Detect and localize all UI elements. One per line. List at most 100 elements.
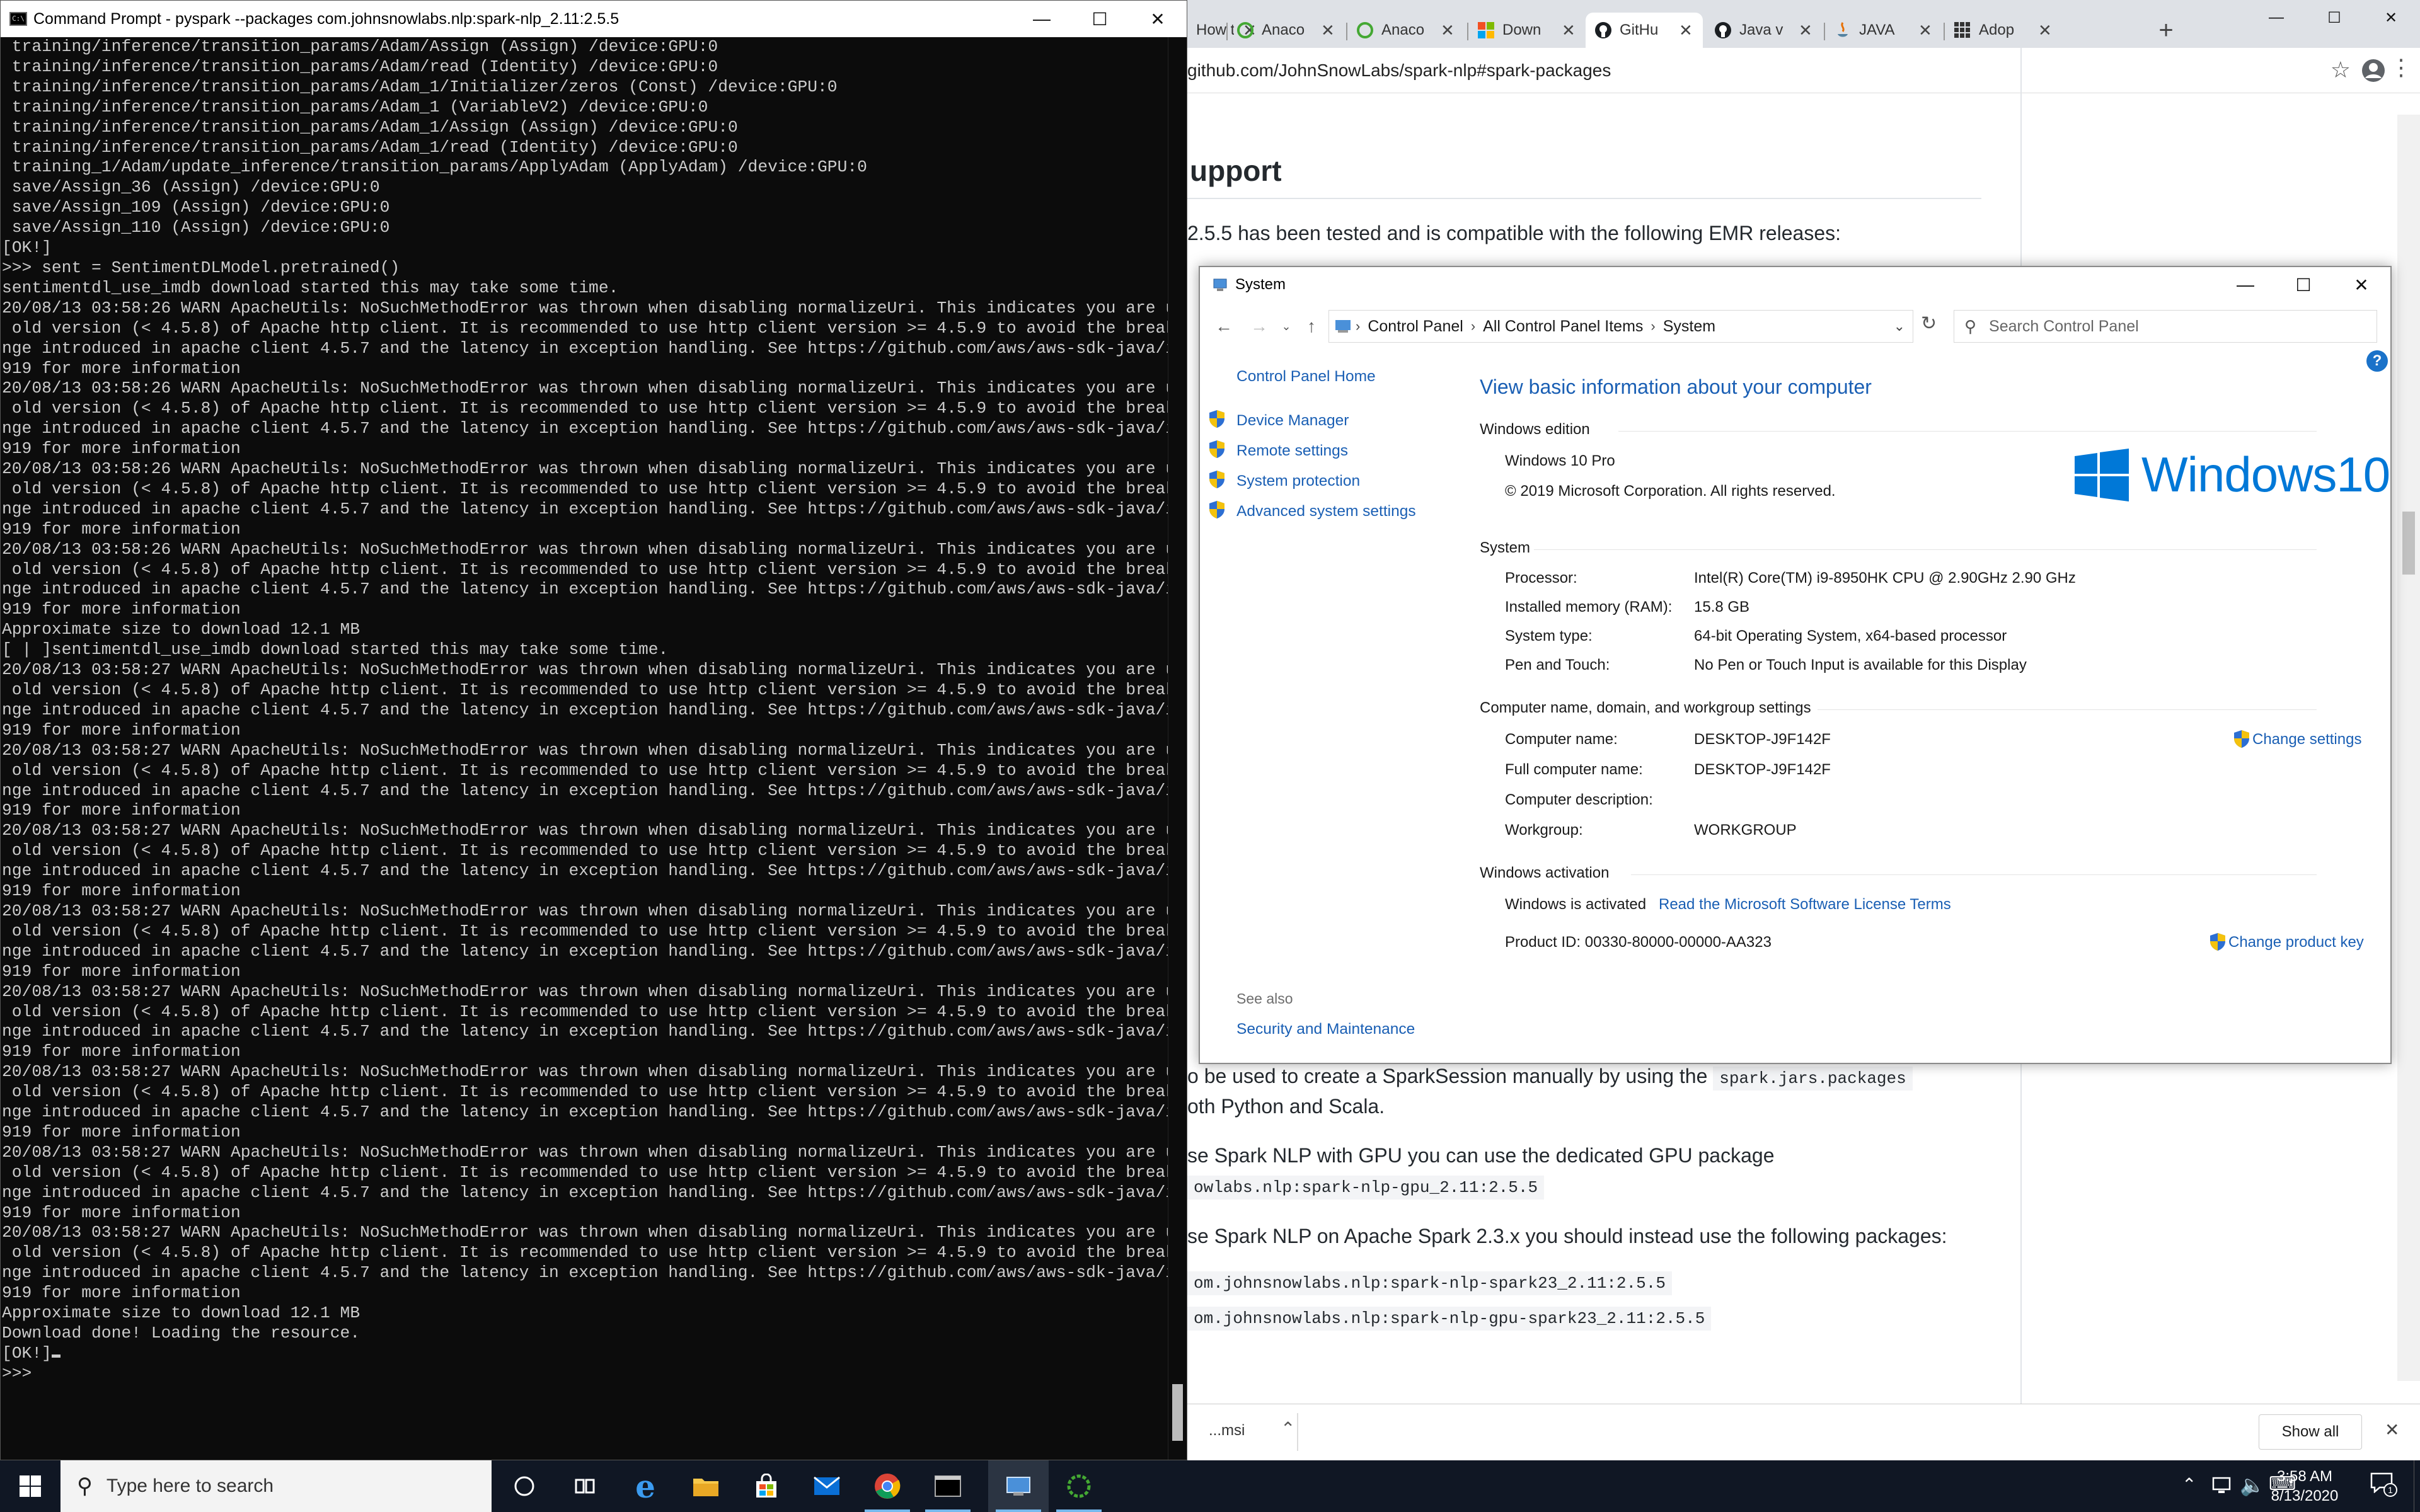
page-scrollbar-thumb[interactable] <box>2402 512 2415 575</box>
show-hidden-icons-chevron-icon[interactable]: ⌃ <box>2182 1474 2196 1495</box>
tab-close-icon[interactable]: ✕ <box>1918 21 1932 40</box>
up-arrow-icon[interactable]: ↑ <box>1296 316 1327 336</box>
console-output[interactable]: training/inference/transition_params/Ada… <box>1 37 1187 1460</box>
code-spark23-package: om.johnsnowlabs.nlp:spark-nlp-spark23_2.… <box>1187 1271 1672 1295</box>
breadcrumb-all-items[interactable]: All Control Panel Items <box>1483 318 1643 336</box>
bookmark-star-icon[interactable]: ☆ <box>2331 57 2351 83</box>
profile-icon[interactable] <box>2361 58 2386 83</box>
forward-arrow-icon[interactable]: → <box>1242 316 1277 336</box>
browser-tab[interactable]: Java v ✕ <box>1705 13 1823 48</box>
address-bar[interactable]: github.com/JohnSnowLabs/spark-nlp#spark-… <box>1187 60 1611 81</box>
tab-close-icon[interactable]: ✕ <box>1441 21 1455 40</box>
system-window[interactable]: System — ☐ ✕ ← → ⌄ ↑ › Control Panel › A… <box>1199 266 2392 1064</box>
page-scrollbar[interactable] <box>2397 115 2420 1381</box>
store-button[interactable] <box>736 1460 797 1512</box>
tab-label: Anaco <box>1262 21 1305 38</box>
browser-tab[interactable]: Anaco ✕ <box>1228 13 1345 48</box>
system-minimize-button[interactable]: — <box>2216 267 2274 302</box>
console-line: sentimentdl_use_imdb download started th… <box>2 278 619 297</box>
chrome-maximize-button[interactable]: ☐ <box>2305 0 2363 35</box>
chrome-close-button[interactable]: ✕ <box>2362 0 2420 35</box>
anaconda-taskbar-button[interactable] <box>1049 1460 1109 1512</box>
console-scrollbar[interactable] <box>1168 37 1187 1460</box>
show-desktop-button[interactable] <box>2414 1460 2420 1512</box>
cortana-button[interactable] <box>494 1460 555 1512</box>
menu-icon[interactable]: ⋮ <box>2390 54 2412 81</box>
recent-chevron-icon[interactable]: ⌄ <box>1277 320 1296 333</box>
address-dropdown-icon[interactable]: ⌄ <box>1894 318 1905 335</box>
mail-button[interactable] <box>797 1460 857 1512</box>
tab-close-icon[interactable]: ✕ <box>2038 21 2052 40</box>
console-line: training/inference/transition_params/Ada… <box>2 37 718 56</box>
start-button[interactable] <box>0 1460 60 1512</box>
advanced-system-settings-link[interactable]: Advanced system settings <box>1236 503 1416 520</box>
search-control-panel-input[interactable]: ⚲ Search Control Panel <box>1954 310 2377 343</box>
security-maintenance-link[interactable]: Security and Maintenance <box>1236 1021 1415 1038</box>
new-tab-button[interactable]: + <box>2150 16 2182 45</box>
command-prompt-window[interactable]: C:\ Command Prompt - pyspark --packages … <box>0 0 1187 1460</box>
windows-10-logo-text: Windows10 <box>2141 447 2390 502</box>
browser-tab[interactable]: Down ✕ <box>1468 13 1586 48</box>
notification-center-button[interactable]: 1 <box>2370 1472 2397 1499</box>
console-line: nge introduced in apache client 4.5.7 an… <box>2 1263 1187 1283</box>
system-close-button[interactable]: ✕ <box>2332 267 2390 302</box>
license-terms-link[interactable]: Read the Microsoft Software License Term… <box>1659 896 1951 914</box>
change-settings-link[interactable]: Change settings <box>2252 731 2361 748</box>
tab-close-icon[interactable]: ✕ <box>1679 21 1693 40</box>
show-all-button[interactable]: Show all <box>2259 1414 2362 1450</box>
console-line: 919 for more information <box>2 439 241 459</box>
task-view-button[interactable] <box>555 1460 615 1512</box>
console-line: 20/08/13 03:58:26 WARN ApacheUtils: NoSu… <box>2 459 1187 479</box>
device-manager-link[interactable]: Device Manager <box>1236 412 1349 430</box>
address-breadcrumb[interactable]: › Control Panel › All Control Panel Item… <box>1328 310 1913 343</box>
browser-tab[interactable]: Adop ✕ <box>1945 13 2062 48</box>
close-button[interactable]: ✕ <box>1129 1 1187 37</box>
close-download-bar-icon[interactable]: ✕ <box>2385 1419 2399 1440</box>
network-icon[interactable] <box>2211 1475 2233 1496</box>
console-line: nge introduced in apache client 4.5.7 an… <box>2 1022 1187 1041</box>
refresh-icon[interactable]: ↻ <box>1921 312 1937 335</box>
console-line: save/Assign_110 (Assign) /device:GPU:0 <box>2 218 390 238</box>
browser-tab[interactable]: JAVA ✕ <box>1825 13 1942 48</box>
breadcrumb-control-panel[interactable]: Control Panel <box>1368 318 1463 336</box>
system-protection-link[interactable]: System protection <box>1236 472 1360 490</box>
maximize-button[interactable]: ☐ <box>1071 1 1129 37</box>
taskbar-search-box[interactable]: ⚲ Type here to search <box>60 1460 492 1512</box>
cmd-titlebar[interactable]: C:\ Command Prompt - pyspark --packages … <box>1 1 1187 37</box>
windows-edition-section: Windows edition <box>1480 421 1590 438</box>
console-line: old version (< 4.5.8) of Apache http cli… <box>2 1243 1187 1263</box>
download-bar: ...msi ⌃ Show all ✕ <box>1187 1404 2420 1460</box>
scrollbar-thumb[interactable] <box>1172 1384 1183 1441</box>
console-line: old version (< 4.5.8) of Apache http cli… <box>2 1082 1187 1102</box>
control-panel-taskbar-button[interactable] <box>988 1460 1049 1512</box>
edge-button[interactable]: e <box>615 1460 676 1512</box>
apps-icon <box>1954 21 1971 39</box>
minimize-button[interactable]: — <box>1013 1 1071 37</box>
chrome-minimize-button[interactable]: — <box>2247 0 2305 35</box>
tab-close-icon[interactable]: ✕ <box>1321 21 1335 40</box>
pen-touch-value: No Pen or Touch Input is available for t… <box>1694 656 2027 673</box>
cmd-taskbar-button[interactable] <box>918 1460 978 1512</box>
download-chevron-icon[interactable]: ⌃ <box>1281 1418 1295 1439</box>
browser-tab[interactable]: GitHu ✕ <box>1586 13 1703 48</box>
tab-close-icon[interactable]: ✕ <box>1799 21 1812 40</box>
console-line: 919 for more information <box>2 881 241 901</box>
change-product-key-link[interactable]: Change product key <box>2228 934 2364 951</box>
system-maximize-button[interactable]: ☐ <box>2274 267 2332 302</box>
console-line: nge introduced in apache client 4.5.7 an… <box>2 781 1187 800</box>
system-titlebar[interactable]: System — ☐ ✕ <box>1200 267 2390 302</box>
control-panel-home-link[interactable]: Control Panel Home <box>1236 368 1376 386</box>
remote-settings-link[interactable]: Remote settings <box>1236 442 1348 460</box>
search-placeholder: Search Control Panel <box>1989 317 2139 335</box>
back-arrow-icon[interactable]: ← <box>1206 316 1242 336</box>
taskbar-clock[interactable]: 3:58 AM 8/13/2020 <box>2257 1467 2352 1506</box>
help-icon[interactable]: ? <box>2366 350 2388 372</box>
inline-code-jars: spark.jars.packages <box>1713 1067 1913 1091</box>
breadcrumb-system[interactable]: System <box>1663 318 1715 336</box>
browser-tab[interactable]: Anaco ✕ <box>1347 13 1465 48</box>
chrome-button[interactable] <box>857 1460 918 1512</box>
file-explorer-button[interactable] <box>676 1460 736 1512</box>
search-icon: ⚲ <box>1964 316 1977 336</box>
download-item[interactable]: ...msi <box>1209 1422 1245 1440</box>
tab-close-icon[interactable]: ✕ <box>1562 21 1576 40</box>
